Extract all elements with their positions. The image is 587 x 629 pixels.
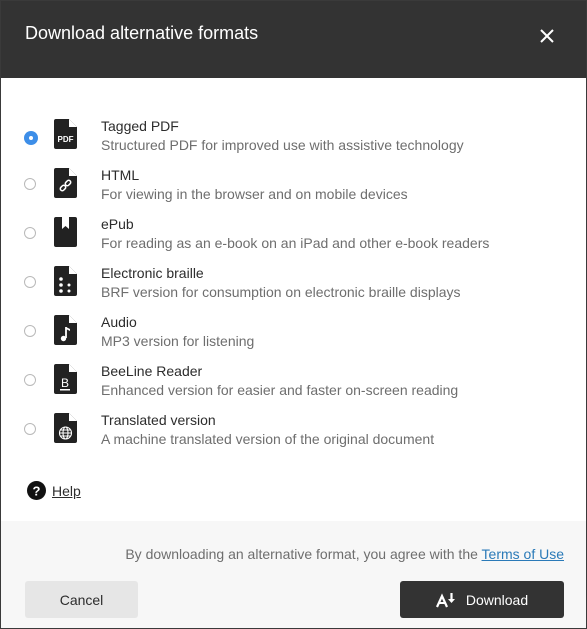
terms-notice: By downloading an alternative format, yo… (125, 546, 564, 562)
bookmark-book-icon (54, 217, 77, 247)
close-icon[interactable] (538, 27, 556, 45)
radio-translated-version[interactable] (24, 423, 36, 435)
option-title: Translated version (101, 412, 216, 428)
globe-file-icon (54, 413, 77, 443)
option-epub[interactable]: ePub For reading as an e-book on an iPad… (1, 214, 586, 263)
option-title: Tagged PDF (101, 118, 179, 134)
radio-html[interactable] (24, 178, 36, 190)
dialog-title: Download alternative formats (25, 23, 259, 43)
beeline-file-icon: B (54, 364, 77, 394)
option-description: For viewing in the browser and on mobile… (101, 186, 408, 202)
pdf-file-icon: PDF (54, 119, 77, 149)
help-label[interactable]: Help (52, 483, 81, 499)
option-description: MP3 version for listening (101, 333, 255, 349)
radio-beeline-reader[interactable] (24, 374, 36, 386)
svg-text:?: ? (33, 484, 41, 499)
format-options: PDF Tagged PDF Structured PDF for improv… (1, 116, 586, 459)
terms-of-use-link[interactable]: Terms of Use (482, 546, 564, 562)
option-beeline-reader[interactable]: B BeeLine Reader Enhanced version for ea… (1, 361, 586, 410)
cancel-button[interactable]: Cancel (25, 581, 138, 618)
radio-tagged-pdf[interactable] (24, 131, 38, 145)
question-circle-icon: ? (27, 481, 46, 500)
option-audio[interactable]: Audio MP3 version for listening (1, 312, 586, 361)
option-title: BeeLine Reader (101, 363, 203, 379)
download-button[interactable]: Download (400, 581, 564, 618)
svg-text:B: B (61, 376, 69, 390)
svg-text:PDF: PDF (58, 135, 74, 144)
radio-audio[interactable] (24, 325, 36, 337)
radio-electronic-braille[interactable] (24, 276, 36, 288)
option-title: ePub (101, 216, 134, 232)
option-description: For reading as an e-book on an iPad and … (101, 235, 490, 251)
help-link[interactable]: ? Help (27, 481, 81, 500)
option-title: HTML (101, 167, 140, 183)
option-title: Audio (101, 314, 137, 330)
option-description: Enhanced version for easier and faster o… (101, 382, 459, 398)
download-label: Download (465, 591, 529, 608)
option-electronic-braille[interactable]: Electronic braille BRF version for consu… (1, 263, 586, 312)
option-description: A machine translated version of the orig… (101, 431, 435, 447)
option-description: BRF version for consumption on electroni… (101, 284, 461, 300)
option-description: Structured PDF for improved use with ass… (101, 137, 464, 153)
music-file-icon (54, 315, 77, 345)
option-title: Electronic braille (101, 265, 204, 281)
dialog-footer: By downloading an alternative format, yo… (1, 521, 586, 628)
radio-epub[interactable] (24, 227, 36, 239)
link-file-icon (54, 168, 77, 198)
download-dialog: Download alternative formats PDF Tagged … (0, 0, 587, 629)
terms-text: By downloading an alternative format, yo… (125, 546, 482, 562)
option-html[interactable]: HTML For viewing in the browser and on m… (1, 165, 586, 214)
braille-file-icon (54, 266, 77, 296)
dialog-header: Download alternative formats (1, 1, 586, 78)
option-translated-version[interactable]: Translated version A machine translated … (1, 410, 586, 459)
option-tagged-pdf[interactable]: PDF Tagged PDF Structured PDF for improv… (1, 116, 586, 165)
download-format-icon (435, 592, 455, 607)
